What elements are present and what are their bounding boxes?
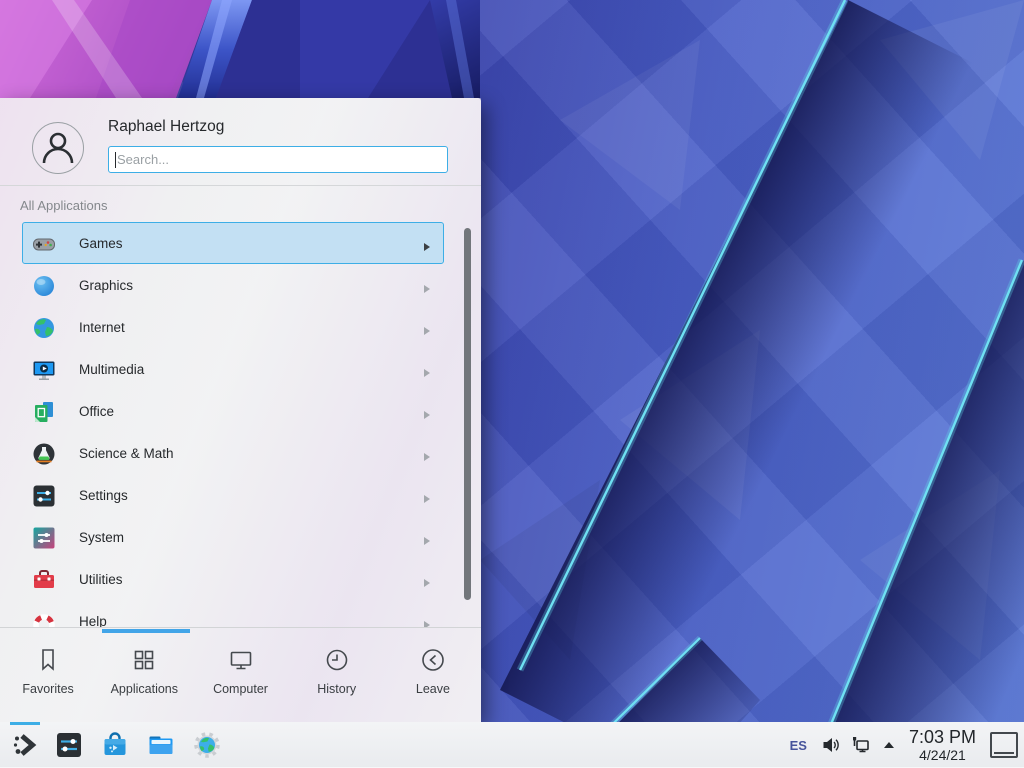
category-label: Settings [79,488,128,503]
file-manager-icon [146,730,176,760]
toolbox-icon [31,567,57,593]
digital-clock[interactable]: 7:03 PM 4/24/21 [909,728,976,762]
application-launcher-popup: Raphael Hertzog Search... All Applicatio… [0,98,481,722]
tab-label: History [317,682,356,696]
category-row-office[interactable]: Office [22,390,444,432]
category-row-internet[interactable]: Internet [22,306,444,348]
submenu-arrow-icon [423,281,431,299]
user-avatar-icon[interactable] [32,122,84,174]
tab-label: Applications [111,682,178,696]
system-tray: ES 7:03 PM 4/24/21 [790,722,1018,768]
category-list: Games Graphics [22,222,444,627]
web-browser-icon [192,730,222,760]
computer-icon [227,646,255,674]
category-row-multimedia[interactable]: Multimedia [22,348,444,390]
taskbar-panel: ES 7:03 PM 4/24/21 [0,722,1024,768]
bookmark-icon [34,646,62,674]
category-row-utilities[interactable]: Utilities [22,558,444,600]
system-settings-icon [54,730,84,760]
app-grid-icon [130,646,158,674]
tab-history[interactable]: History [289,632,385,722]
system-settings-button[interactable] [54,730,84,760]
search-placeholder: Search... [117,152,169,167]
kde-launcher-button[interactable] [10,730,40,760]
submenu-arrow-icon [423,617,431,627]
tab-label: Computer [213,682,268,696]
system-sliders-icon [31,525,57,551]
kde-launcher-icon [10,730,40,760]
gamepad-icon [31,231,57,257]
footer-divider [0,627,481,628]
submenu-arrow-icon [423,323,431,341]
category-label: Graphics [79,278,133,293]
tray-expand-arrow-icon[interactable] [881,737,897,753]
lifebuoy-icon [31,609,57,627]
clock-time: 7:03 PM [909,728,976,746]
history-clock-icon [323,646,351,674]
category-label: Internet [79,320,125,335]
tab-label: Leave [416,682,450,696]
category-label: Office [79,404,114,419]
volume-icon[interactable] [821,735,841,755]
category-row-graphics[interactable]: Graphics [22,264,444,306]
tab-leave[interactable]: Leave [385,632,481,722]
monitor-play-icon [31,357,57,383]
tab-computer[interactable]: Computer [192,632,288,722]
category-row-help[interactable]: Help [22,600,444,627]
tab-favorites[interactable]: Favorites [0,632,96,722]
keyboard-layout-indicator[interactable]: ES [790,738,807,753]
category-row-science-math[interactable]: Science & Math [22,432,444,474]
category-label: System [79,530,124,545]
category-row-settings[interactable]: Settings [22,474,444,516]
discover-icon [100,730,130,760]
submenu-arrow-icon [423,533,431,551]
discover-button[interactable] [100,730,130,760]
network-icon[interactable] [851,735,871,755]
category-row-games[interactable]: Games [22,222,444,264]
flask-icon [31,441,57,467]
leave-circle-icon [419,646,447,674]
tab-label: Favorites [22,682,73,696]
globe-icon [31,315,57,341]
category-label: Science & Math [79,446,174,461]
submenu-arrow-icon [423,239,431,257]
text-caret [115,152,116,168]
header-divider [0,185,481,186]
sliders-icon [31,483,57,509]
category-label: Multimedia [79,362,144,377]
submenu-arrow-icon [423,407,431,425]
submenu-arrow-icon [423,491,431,509]
category-label: Games [79,236,123,251]
submenu-arrow-icon [423,449,431,467]
show-desktop-button[interactable] [990,732,1018,758]
tab-applications[interactable]: Applications [96,632,192,722]
search-input[interactable]: Search... [108,146,448,173]
file-manager-button[interactable] [146,730,176,760]
launcher-tab-bar: Favorites Applications Computer [0,632,481,722]
web-browser-button[interactable] [192,730,222,760]
scrollbar[interactable] [464,228,471,600]
documents-icon [31,399,57,425]
category-row-system[interactable]: System [22,516,444,558]
submenu-arrow-icon [423,575,431,593]
launcher-active-indicator [10,722,40,725]
paint-sphere-icon [31,273,57,299]
user-name: Raphael Hertzog [108,118,224,136]
category-label: Help [79,614,107,628]
clock-date: 4/24/21 [909,748,976,762]
section-label: All Applications [20,198,107,213]
category-label: Utilities [79,572,123,587]
submenu-arrow-icon [423,365,431,383]
